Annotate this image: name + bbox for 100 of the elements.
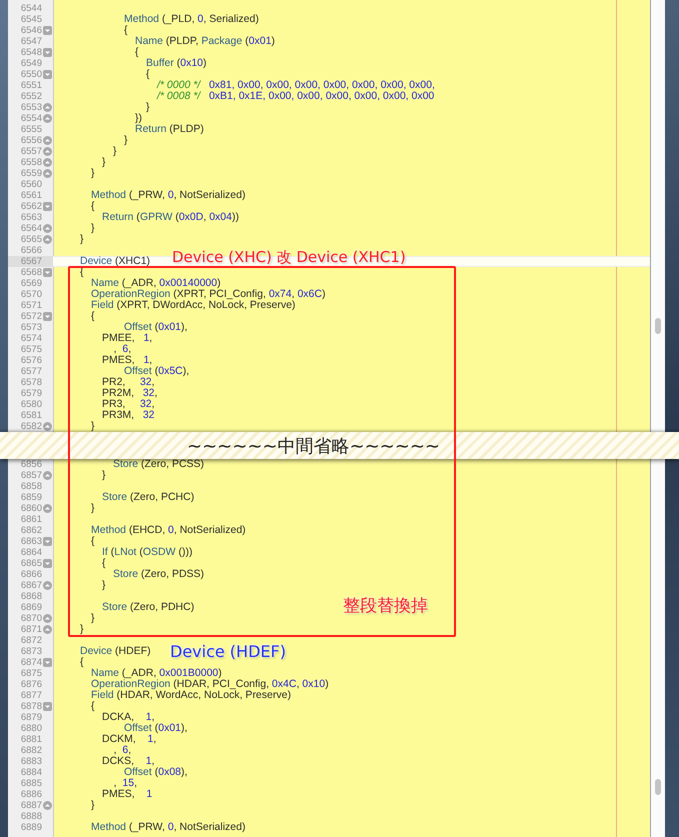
code-line: } [101,470,106,481]
fold-icon[interactable] [43,48,52,57]
line-number: 6865 [20,558,42,569]
code-editor[interactable] [8,0,650,837]
line-number: 6566 [20,245,42,256]
code-line: } [101,157,106,168]
fold-icon[interactable] [43,202,52,211]
code-line: } [90,800,95,811]
line-number: 6872 [20,635,42,646]
code-line: Return (GPRW (0x0D, 0x04)) [101,212,239,223]
line-number: 6579 [20,388,42,399]
code-line: Offset (0x08), [123,767,188,778]
code-line: } [90,223,95,234]
line-number: 6878 [20,701,42,712]
code-line: Store (Zero, PCHC) [101,492,194,503]
code-line: } [112,146,117,157]
code-line: } [90,503,95,514]
code-line: } [90,421,95,432]
line-number: 6559 [20,168,42,179]
code-line: } [90,168,95,179]
line-number: 6570 [20,289,42,300]
annotation-text: 整段替換掉 [343,595,428,617]
code-line: { [145,69,150,80]
code-line: Method (_PRW, 0, NotSerialized) [90,190,246,201]
line-number: 6564 [20,223,42,234]
unfold-icon[interactable] [43,422,52,431]
unfold-icon[interactable] [43,581,52,590]
code-line: Offset (0x01), [123,322,188,333]
line-number: 6567 [20,256,42,267]
unfold-icon[interactable] [43,158,52,167]
code-line: Method (_PRW, 0, NotSerialized) [90,822,246,833]
code-line: /* 0000 */ 0x81, 0x00, 0x00, 0x00, 0x00, 0x00, 0x00, 0x00, [156,80,435,91]
code-line: } [101,580,106,591]
fold-icon[interactable] [43,658,52,667]
line-number: 6873 [20,646,42,657]
code-line: Method (EHCD, 0, NotSerialized) [90,525,246,536]
code-line: Offset (0x01), [123,723,188,734]
code-line: } [90,613,95,624]
line-number: 6549 [20,58,42,69]
unfold-icon[interactable] [43,471,52,480]
unfold-icon[interactable] [43,504,52,513]
line-number: 6863 [20,536,42,547]
unfold-icon[interactable] [43,224,52,233]
unfold-icon[interactable] [43,235,52,244]
scrollbar-thumb[interactable] [655,779,661,795]
fold-icon[interactable] [43,537,52,546]
line-number: 6571 [20,300,42,311]
line-number: 6569 [20,278,42,289]
code-line: } [79,234,84,245]
line-number: 6576 [20,355,42,366]
fold-icon[interactable] [43,268,52,277]
line-number: 6547 [20,36,42,47]
code-line: { [90,701,95,712]
line-number: 6862 [20,525,42,536]
line-number: 6858 [20,481,42,492]
code-line: /* 0008 */ 0xB1, 0x1E, 0x00, 0x00, 0x00, 0x00, 0x00, 0x00 [156,91,434,102]
code-line: Buffer (0x10) [145,58,207,69]
code-line: , 6, [112,745,132,756]
scrollbar-thumb[interactable] [655,318,661,334]
code-line: Store (Zero, PCSS) [112,459,204,470]
line-number: 6869 [20,602,42,613]
line-number: 6885 [20,778,42,789]
line-number: 6864 [20,547,42,558]
unfold-icon[interactable] [43,801,52,810]
line-number: 6573 [20,322,42,333]
unfold-icon[interactable] [43,136,52,145]
fold-icon[interactable] [43,312,52,321]
line-number: 6871 [20,624,42,635]
line-number: 6554 [20,113,42,124]
line-number: 6866 [20,569,42,580]
line-number: 6560 [20,179,42,190]
unfold-icon[interactable] [43,103,52,112]
unfold-icon[interactable] [43,114,52,123]
annotation-text: Device (XHC) 改 Device (XHC1) [172,248,406,267]
line-number: 6551 [20,80,42,91]
unfold-icon[interactable] [43,147,52,156]
fold-icon[interactable] [43,702,52,711]
code-line: If (LNot (OSDW ())) [101,547,192,558]
line-number: 6577 [20,366,42,377]
code-line: DCKM, 1, [101,734,156,745]
fold-icon[interactable] [43,559,52,568]
line-number: 6882 [20,745,42,756]
code-line: { [123,25,128,36]
unfold-icon[interactable] [43,625,52,634]
fold-icon[interactable] [43,70,52,79]
code-line: PMEE, 1, [101,333,152,344]
unfold-icon[interactable] [43,169,52,178]
line-number: 6556 [20,135,42,146]
code-line: Offset (0x5C), [123,366,190,377]
fold-icon[interactable] [43,26,52,35]
scrollbar[interactable] [650,0,665,837]
line-number: 6868 [20,591,42,602]
line-number: 6562 [20,201,42,212]
code-line: PR2, 32, [101,377,155,388]
code-line: { [90,201,95,212]
line-number: 6546 [20,25,42,36]
line-number: 6553 [20,102,42,113]
unfold-icon[interactable] [43,614,52,623]
line-number: 6580 [20,399,42,410]
line-number: 6860 [20,503,42,514]
